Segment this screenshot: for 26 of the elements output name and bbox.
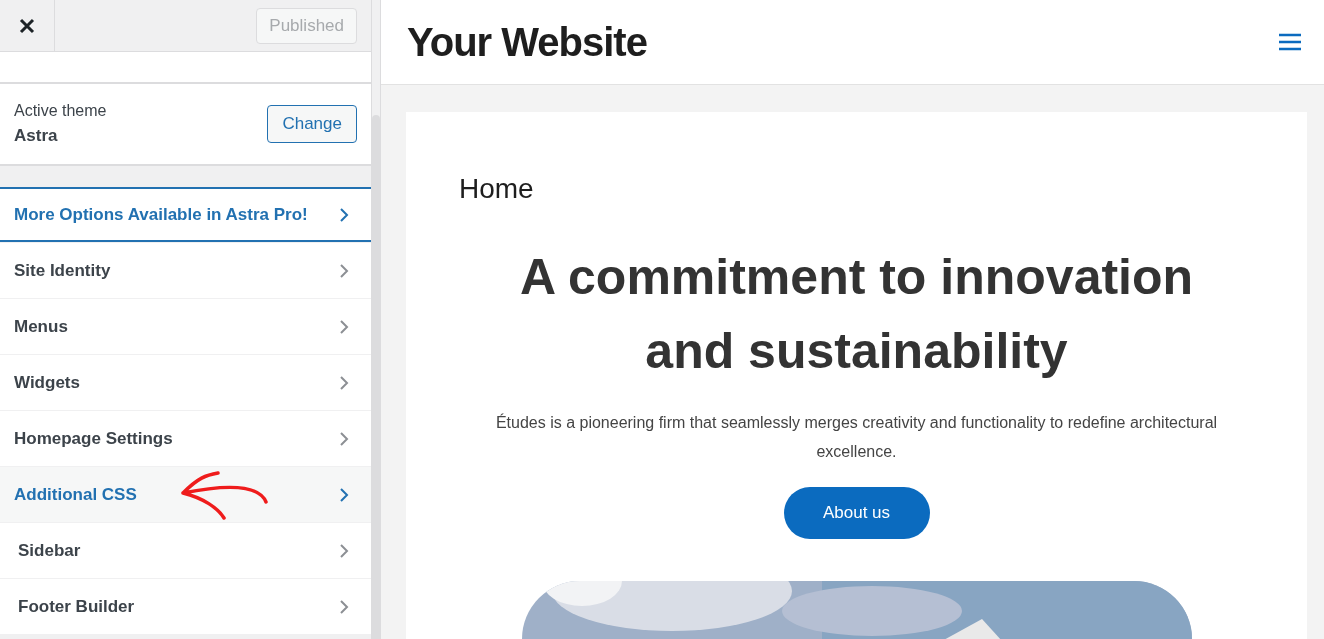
chevron-icon: [339, 486, 349, 503]
section-item[interactable]: Menus: [0, 299, 371, 354]
section-item[interactable]: Additional CSS: [0, 467, 371, 522]
about-us-button[interactable]: About us: [783, 487, 930, 540]
chevron-icon: [339, 374, 349, 391]
chevron-icon: [339, 542, 349, 559]
section-item[interactable]: Homepage Settings: [0, 411, 371, 466]
section-item[interactable]: Footer Builder: [0, 579, 371, 634]
close-icon: [19, 17, 35, 34]
chevron-icon: [339, 262, 349, 279]
site-title[interactable]: Your Website: [407, 12, 647, 72]
section-item[interactable]: Site Identity: [0, 243, 371, 298]
page-heading: A commitment to innovation and sustainability: [518, 248, 1195, 381]
section-item[interactable]: Sidebar: [0, 523, 371, 578]
chevron-icon: [339, 206, 349, 223]
theme-name: Astra: [14, 125, 59, 148]
chevron-icon: [339, 430, 349, 447]
page-title: Home: [459, 172, 534, 206]
menu-icon[interactable]: [1278, 33, 1302, 51]
chevron-icon: [339, 598, 349, 615]
intro-text: Études is a pioneering firm that seamlessly merges creativity and functionality to redefine architectural excellence.: [494, 412, 1219, 462]
promo-link[interactable]: More Options Available in Astra Pro!: [0, 187, 371, 242]
chevron-icon: [339, 318, 349, 335]
theme-label: Active theme: [14, 101, 107, 122]
section-item[interactable]: Widgets: [0, 355, 371, 410]
change-button[interactable]: Change: [267, 105, 357, 143]
